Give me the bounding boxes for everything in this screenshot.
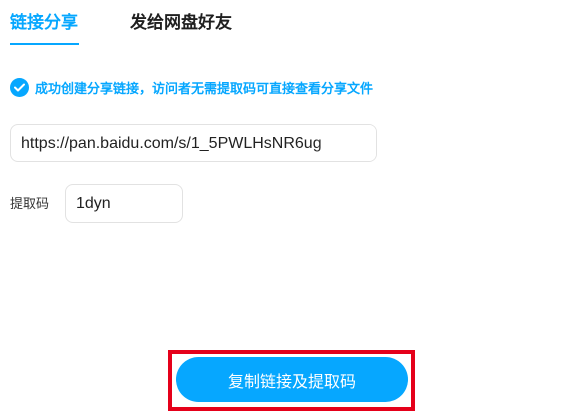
tab-share-link[interactable]: 链接分享 [10,8,78,33]
share-dialog: 链接分享 发给网盘好友 成功创建分享链接，访问者无需提取码可直接查看分享文件 h… [0,0,567,416]
share-link-field[interactable]: https://pan.baidu.com/s/1_5PWLHsNR6ug [10,124,377,162]
extraction-code-label: 提取码 [10,197,50,212]
active-tab-indicator [10,43,79,45]
share-link-value: https://pan.baidu.com/s/1_5PWLHsNR6ug [21,135,322,152]
success-message: 成功创建分享链接，访问者无需提取码可直接查看分享文件 [35,82,374,97]
extraction-code-value: 1dyn [76,195,111,212]
success-notice: 成功创建分享链接，访问者无需提取码可直接查看分享文件 [10,78,373,97]
extraction-code-field[interactable]: 1dyn [65,184,183,223]
tab-send-to-friend[interactable]: 发给网盘好友 [130,8,232,33]
check-circle-icon [10,78,29,97]
copy-link-and-code-button[interactable]: 复制链接及提取码 [176,357,408,402]
link-fade-overlay [316,125,376,161]
